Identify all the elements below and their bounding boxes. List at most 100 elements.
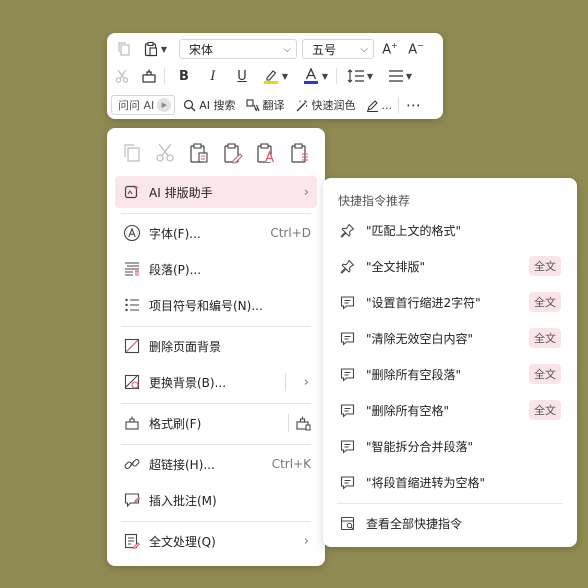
- quick-command-item[interactable]: "清除无效空白内容" 全文: [331, 322, 569, 354]
- quick-command-item[interactable]: "将段首缩进转为空格": [331, 466, 569, 498]
- menu-item-label: 插入批注(M): [149, 493, 217, 508]
- bulleted-list-icon: [121, 297, 143, 313]
- italic-icon: I: [210, 68, 216, 84]
- search-icon: [184, 99, 196, 111]
- quick-command-label: "删除所有空格": [366, 403, 450, 418]
- paste-dropdown-button[interactable]: ▼: [139, 38, 171, 60]
- menu-item-bullets-numbering[interactable]: 项目符号和编号(N)...: [115, 289, 317, 321]
- copy-icon[interactable]: [121, 142, 143, 164]
- chevron-down-icon: ▼: [160, 44, 168, 54]
- increase-font-size-button[interactable]: A+: [378, 38, 402, 60]
- menu-item-divider: [288, 414, 289, 432]
- scope-badge: 全文: [529, 364, 561, 384]
- more-options-button[interactable]: ⋯: [404, 94, 424, 116]
- highlight-color-button[interactable]: ▼: [258, 65, 292, 87]
- bold-icon: B: [179, 68, 189, 84]
- font-shrink-icon: A−: [408, 40, 424, 58]
- menu-item-label: 字体(F)...: [149, 226, 201, 241]
- font-color-button[interactable]: ▼: [298, 65, 332, 87]
- quick-command-item[interactable]: "智能拆分合并段落": [331, 430, 569, 462]
- paste-text-only-icon[interactable]: [255, 142, 277, 164]
- menu-divider: [121, 326, 311, 327]
- magic-wand-icon: [296, 99, 307, 111]
- ai-search-button[interactable]: AI 搜索: [183, 94, 236, 116]
- font-name-select[interactable]: 宋体 ⌵: [179, 39, 297, 59]
- quick-command-item[interactable]: "全文排版" 全文: [331, 250, 569, 282]
- toolbar-row-2: B I U ▼ ▼ ▼ ▼: [107, 63, 443, 89]
- format-painter-icon: [142, 69, 156, 83]
- quick-command-item[interactable]: "删除所有空格" 全文: [331, 394, 569, 426]
- cut-icon[interactable]: [111, 65, 133, 87]
- menu-item-ai-layout-assistant[interactable]: AI 排版助手 ›: [115, 176, 317, 208]
- line-spacing-button[interactable]: ▼: [343, 65, 377, 87]
- translate-icon: [245, 98, 260, 111]
- format-painter-icon: [121, 415, 143, 431]
- chevron-right-icon: ›: [303, 184, 309, 200]
- link-icon: [121, 456, 143, 472]
- menu-item-label: 超链接(H)...: [149, 457, 215, 472]
- underline-icon: U: [237, 68, 247, 84]
- bold-button[interactable]: B: [171, 65, 197, 87]
- shortcut-label: Ctrl+D: [270, 226, 311, 240]
- underline-button[interactable]: U: [229, 65, 255, 87]
- chat-bubble-icon: [337, 367, 357, 382]
- paste-merge-format-icon[interactable]: [222, 142, 244, 164]
- chat-bubble-icon: [337, 475, 357, 490]
- scope-badge: 全文: [529, 328, 561, 348]
- document-process-icon: [121, 533, 143, 549]
- floating-toolbar: ▼ 宋体 ⌵ 五号 ⌵ A+ A− B I U ▼ ▼ ▼ ▼ 问问 AI ▶ …: [107, 33, 443, 119]
- cut-icon[interactable]: [154, 142, 176, 164]
- chat-bubble-icon: [337, 403, 357, 418]
- menu-item-insert-comment[interactable]: 插入批注(M): [115, 484, 317, 516]
- edit-more-button[interactable]: ...: [366, 94, 392, 116]
- quick-command-label: "全文排版": [366, 259, 426, 274]
- menu-item-hyperlink[interactable]: 超链接(H)... Ctrl+K: [115, 448, 317, 480]
- chevron-right-icon: ›: [303, 533, 309, 549]
- quick-polish-button[interactable]: 快速润色: [295, 94, 356, 116]
- menu-item-label: 格式刷(F): [149, 416, 202, 431]
- ai-ask-button[interactable]: 问问 AI ▶: [111, 95, 176, 115]
- menu-item-change-background[interactable]: 更换背景(B)... ›: [115, 366, 317, 398]
- quick-commands-submenu: 快捷指令推荐 "匹配上文的格式" "全文排版" 全文 "设置首行缩进2字符" 全…: [323, 178, 577, 547]
- submenu-header: 快捷指令推荐: [338, 194, 411, 208]
- paste-keep-format-icon[interactable]: [188, 142, 210, 164]
- quick-command-label: "智能拆分合并段落": [366, 439, 474, 454]
- menu-item-full-text-processing[interactable]: 全文处理(Q) ›: [115, 525, 317, 557]
- translate-button[interactable]: 翻译: [245, 94, 285, 116]
- pin-icon: [337, 259, 357, 274]
- menu-item-paragraph[interactable]: 段落(P)...: [115, 253, 317, 285]
- menu-item-label: 全文处理(Q): [149, 534, 216, 549]
- chevron-down-icon: ⌵: [360, 43, 368, 55]
- format-painter-button[interactable]: [137, 65, 161, 87]
- italic-button[interactable]: I: [200, 65, 226, 87]
- format-painter-lock-icon[interactable]: [295, 415, 311, 431]
- quick-command-item[interactable]: "设置首行缩进2字符" 全文: [331, 286, 569, 318]
- menu-item-format-painter[interactable]: 格式刷(F): [115, 407, 317, 439]
- copy-icon[interactable]: [113, 38, 135, 60]
- view-all-label: 查看全部快捷指令: [366, 516, 463, 531]
- submenu-divider: [337, 503, 563, 504]
- shortcut-label: Ctrl+K: [271, 457, 311, 471]
- alignment-button[interactable]: ▼: [383, 65, 417, 87]
- ai-ask-label: 问问 AI: [118, 99, 155, 112]
- menu-divider: [121, 444, 311, 445]
- comment-icon: [121, 492, 143, 508]
- paste-options-row: [115, 138, 317, 168]
- menu-item-delete-page-background[interactable]: 删除页面背景: [115, 330, 317, 362]
- menu-item-divider: [284, 373, 286, 391]
- view-all-quick-commands[interactable]: 查看全部快捷指令: [331, 507, 569, 539]
- quick-polish-label: 快速润色: [311, 99, 356, 112]
- quick-command-item[interactable]: "匹配上文的格式": [331, 214, 569, 246]
- quick-command-label: "将段首缩进转为空格": [366, 475, 486, 490]
- decrease-font-size-button[interactable]: A−: [404, 38, 428, 60]
- quick-command-item[interactable]: "删除所有空段落" 全文: [331, 358, 569, 390]
- scope-badge: 全文: [529, 256, 561, 276]
- font-size-select[interactable]: 五号 ⌵: [302, 39, 374, 59]
- toolbar-divider: [164, 68, 165, 84]
- delete-background-icon: [121, 338, 143, 354]
- context-menu: AI 排版助手 › 字体(F)... Ctrl+D 段落(P)... 项目符号和…: [107, 128, 325, 566]
- paste-special-icon[interactable]: [289, 142, 311, 164]
- menu-item-font[interactable]: 字体(F)... Ctrl+D: [115, 217, 317, 249]
- menu-item-label: 删除页面背景: [149, 339, 222, 354]
- chevron-down-icon: ⌵: [283, 43, 291, 55]
